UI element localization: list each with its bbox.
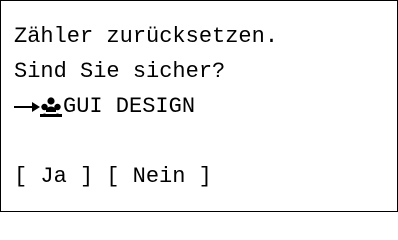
target-row: GUI DESIGN [14, 89, 393, 124]
lcd-screen: Zähler zurücksetzen. Sind Sie sicher? GU… [0, 0, 398, 212]
message-line-1: Zähler zurücksetzen. [14, 24, 279, 49]
no-button[interactable]: [ Nein ] [106, 159, 212, 194]
target-name: GUI DESIGN [63, 94, 196, 119]
user-group-icon [40, 89, 62, 124]
right-arrow-icon [14, 89, 40, 124]
dialog-content: Zähler zurücksetzen. Sind Sie sicher? GU… [14, 19, 393, 194]
message-line-2: Sind Sie sicher? [14, 59, 226, 84]
